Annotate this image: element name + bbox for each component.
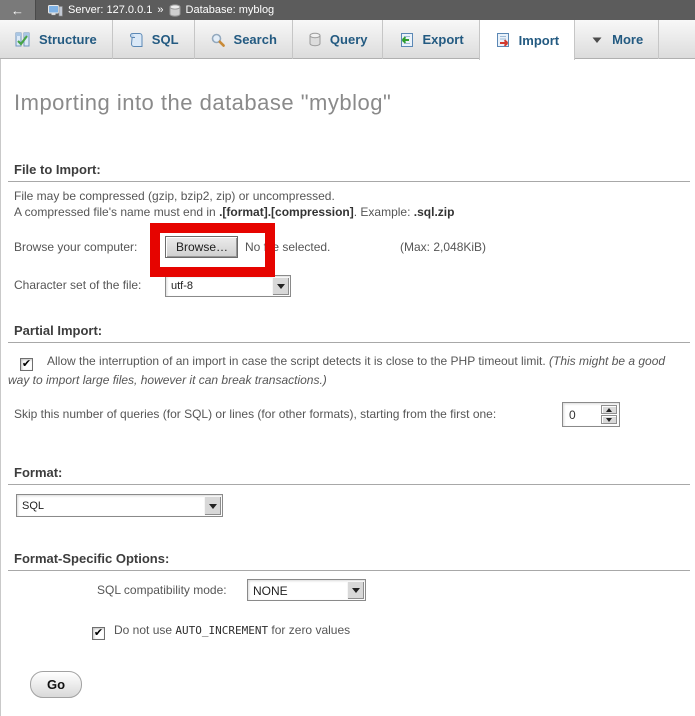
structure-icon <box>15 32 31 48</box>
auto-increment-code: AUTO_INCREMENT <box>175 624 268 637</box>
tab-label: Search <box>234 32 277 47</box>
dropdown-arrow-icon <box>277 284 285 293</box>
skip-queries-input[interactable]: 0 <box>562 402 620 427</box>
line2-prefix: A compressed file's name must end in <box>14 205 219 219</box>
compression-info-line1: File may be compressed (gzip, bzip2, zip… <box>14 189 335 203</box>
tab-label: More <box>612 32 643 47</box>
tab-label: Query <box>330 32 368 47</box>
dropdown-arrow-icon <box>209 504 217 513</box>
sql-compat-select-button[interactable] <box>347 581 364 599</box>
database-icon <box>169 4 181 17</box>
skip-queries-row: Skip this number of queries (for SQL) or… <box>8 400 688 430</box>
browse-row: Browse your computer: Browse… No file se… <box>8 234 688 260</box>
no-file-selected-text: No file selected. <box>245 240 330 254</box>
section-heading-file-to-import: File to Import: <box>8 162 690 182</box>
section-heading-partial-import: Partial Import: <box>8 323 690 343</box>
max-size-text: (Max: 2,048KiB) <box>400 240 486 254</box>
tab-query[interactable]: Query <box>293 20 384 59</box>
tab-structure[interactable]: Structure <box>0 20 113 59</box>
sql-compat-select[interactable]: NONE <box>247 579 366 601</box>
section-heading-format-options: Format-Specific Options: <box>8 551 690 571</box>
spinner-down-icon <box>606 418 612 425</box>
tab-import[interactable]: Import <box>479 20 575 60</box>
back-button[interactable]: ← <box>0 0 36 20</box>
tab-label: Import <box>519 33 559 48</box>
import-icon <box>495 32 511 48</box>
tab-more[interactable]: More <box>575 20 659 59</box>
tab-sql[interactable]: SQL <box>113 20 195 59</box>
breadcrumb-database[interactable]: Database: myblog <box>186 4 275 16</box>
dropdown-arrow-icon <box>352 588 360 597</box>
spinner-up-button[interactable] <box>601 405 617 414</box>
query-icon <box>308 32 322 47</box>
compression-info-line2: A compressed file's name must end in .[f… <box>14 205 454 219</box>
spinner-down-button[interactable] <box>601 415 617 424</box>
charset-row: Character set of the file: utf-8 <box>8 273 688 299</box>
spinner-buttons <box>601 405 617 424</box>
line2-format-pattern: .[format].[compression] <box>219 205 354 219</box>
section-heading-format: Format: <box>8 465 690 485</box>
format-selected-value: SQL <box>17 495 222 512</box>
page-left-border <box>0 59 1 716</box>
auto-increment-checkbox[interactable]: ✔ <box>92 627 105 640</box>
export-icon <box>398 32 414 48</box>
charset-select-button[interactable] <box>272 277 289 295</box>
browse-label: Browse your computer: <box>14 240 137 254</box>
tab-label: Export <box>422 32 463 47</box>
tab-bar: Structure SQL Search Query Export <box>0 20 695 59</box>
allow-interruption-checkbox[interactable]: ✔ <box>20 358 33 371</box>
sql-compat-label: SQL compatibility mode: <box>97 583 227 597</box>
format-select-button[interactable] <box>204 496 221 515</box>
line2-example: .sql.zip <box>414 205 455 219</box>
phpmyadmin-import-page: ← Server: 127.0.0.1 » Database: myblog S… <box>0 0 695 716</box>
breadcrumb: Server: 127.0.0.1 » Database: myblog <box>48 4 274 17</box>
auto-increment-label-prefix: Do not use <box>114 623 175 637</box>
breadcrumb-separator: » <box>157 4 163 16</box>
chevron-down-icon <box>590 33 604 47</box>
breadcrumb-server[interactable]: Server: 127.0.0.1 <box>68 4 152 16</box>
skip-queries-label: Skip this number of queries (for SQL) or… <box>14 407 496 421</box>
allow-interruption-row: ✔ Allow the interruption of an import in … <box>8 352 666 390</box>
server-icon <box>48 4 63 17</box>
tab-label: SQL <box>152 32 179 47</box>
sql-icon <box>128 32 144 48</box>
search-icon <box>210 32 226 48</box>
breadcrumb-bar: ← Server: 127.0.0.1 » Database: myblog <box>0 0 695 20</box>
auto-increment-label-suffix: for zero values <box>268 623 350 637</box>
tab-search[interactable]: Search <box>195 20 293 59</box>
sql-compat-row: SQL compatibility mode: NONE <box>8 578 688 602</box>
browse-button[interactable]: Browse… <box>165 236 238 258</box>
tab-label: Structure <box>39 32 97 47</box>
tab-export[interactable]: Export <box>383 20 479 59</box>
format-select[interactable]: SQL <box>16 494 223 517</box>
go-button[interactable]: Go <box>30 671 82 698</box>
allow-interruption-label: Allow the interruption of an import in c… <box>47 354 549 368</box>
back-arrow-icon: ← <box>11 3 24 18</box>
charset-select[interactable]: utf-8 <box>165 275 291 297</box>
page-title: Importing into the database "myblog" <box>14 90 391 116</box>
charset-label: Character set of the file: <box>14 278 141 292</box>
line2-mid: . Example: <box>354 205 414 219</box>
auto-increment-row: ✔ Do not use AUTO_INCREMENT for zero valu… <box>8 623 350 640</box>
spinner-up-icon <box>606 405 612 412</box>
